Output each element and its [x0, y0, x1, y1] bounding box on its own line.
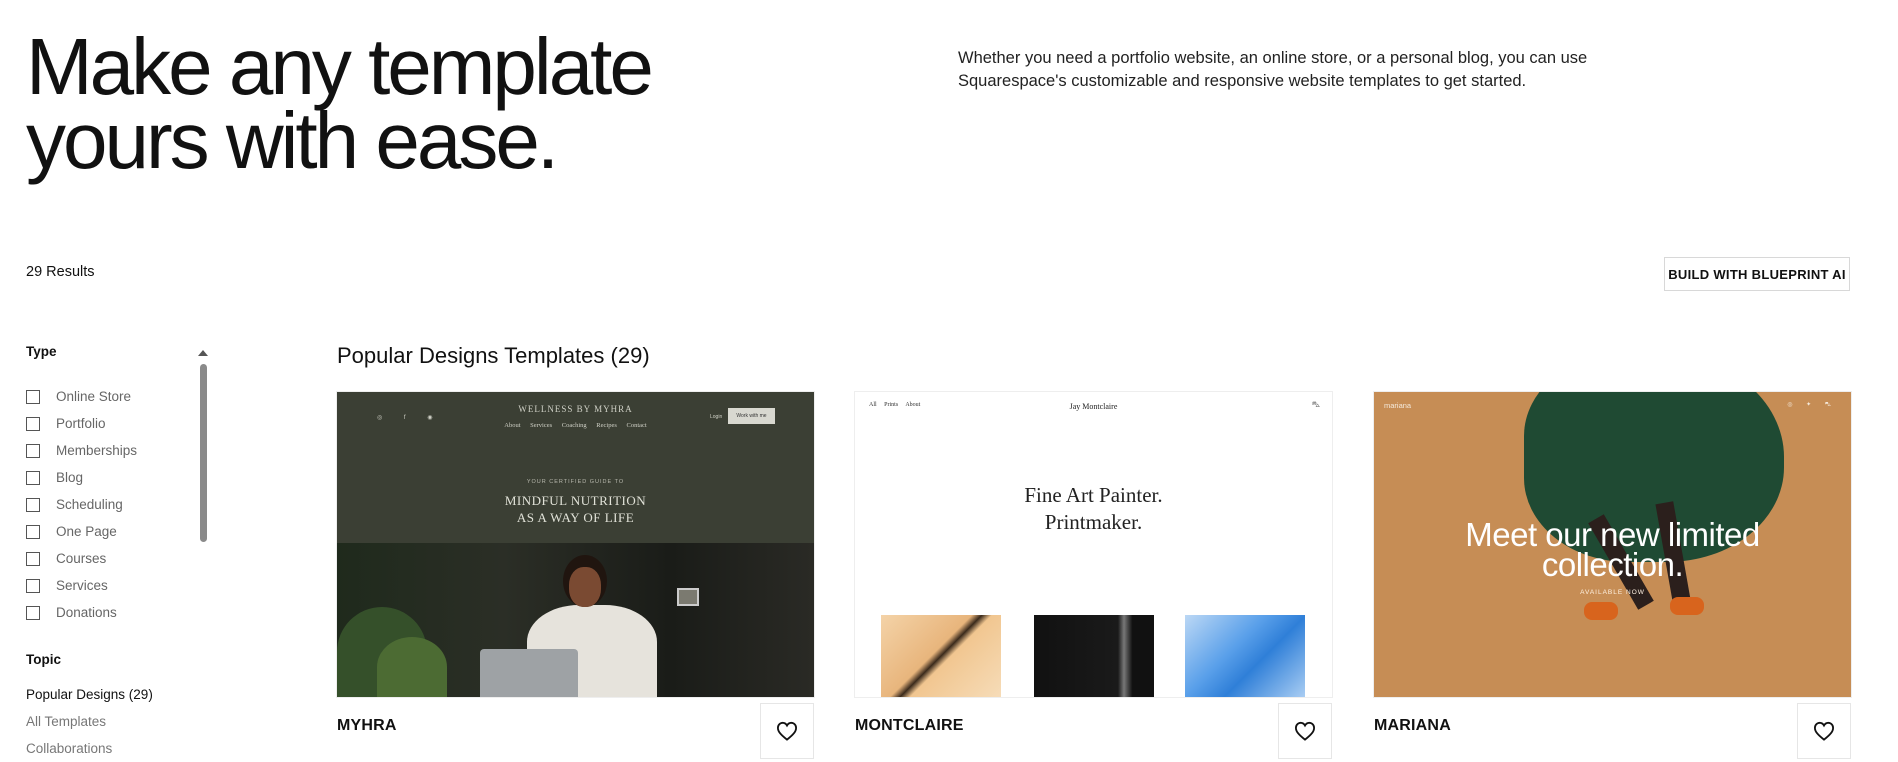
social-icons: ◎ f ◉	[377, 415, 443, 421]
preview-headline-line-2: Printmaker.	[1044, 510, 1143, 534]
caret-up-icon[interactable]	[198, 350, 208, 356]
filter-label: One Page	[56, 524, 117, 539]
artwork-image	[881, 615, 1001, 697]
social-icons: ◎ ✦ ⛍	[1787, 402, 1837, 408]
preview-canvas: All Prints About Jay Montclaire ⛍ Fine A…	[855, 392, 1332, 697]
preview-brand: Jay Montclaire	[1069, 402, 1118, 411]
filter-courses[interactable]: Courses	[26, 545, 137, 572]
hero-title: Make any template yours with ease.	[26, 27, 786, 181]
filter-label: Donations	[56, 605, 117, 620]
preview-header-area: ◎ f ◉ WELLNESS BY MYHRA About Services C…	[337, 392, 814, 543]
topic-collaborations[interactable]: Collaborations	[26, 735, 153, 762]
checkbox-icon[interactable]	[26, 443, 40, 458]
checkbox-icon[interactable]	[26, 416, 40, 431]
filter-label: Memberships	[56, 443, 138, 458]
template-name[interactable]: MYHRA	[337, 717, 397, 735]
scrollbar-thumb[interactable]	[200, 364, 207, 542]
type-filter-heading[interactable]: Type	[26, 344, 57, 359]
filter-label: Portfolio	[56, 416, 106, 431]
checkbox-icon[interactable]	[26, 470, 40, 485]
type-filter-list: Online Store Portfolio Memberships Blog …	[26, 383, 137, 626]
template-preview-myhra[interactable]: ◎ f ◉ WELLNESS BY MYHRA About Services C…	[337, 392, 814, 697]
preview-brand: mariana	[1384, 401, 1412, 410]
filter-online-store[interactable]: Online Store	[26, 383, 137, 410]
filter-label: Online Store	[56, 389, 132, 404]
template-card-myhra[interactable]: ◎ f ◉ WELLNESS BY MYHRA About Services C…	[337, 392, 814, 759]
preview-kicker: YOUR CERTIFIED GUIDE TO	[526, 479, 625, 485]
hero-title-line-2: yours with ease.	[26, 96, 559, 185]
cart-icon: ⛍	[1311, 400, 1320, 409]
preview-cta: Work with me	[728, 408, 775, 424]
template-name[interactable]: MARIANA	[1374, 717, 1451, 735]
checkbox-icon[interactable]	[26, 497, 40, 512]
preview-headline-line-1: MINDFUL NUTRITION	[504, 493, 647, 508]
checkbox-icon[interactable]	[26, 389, 40, 404]
template-card-montclaire[interactable]: All Prints About Jay Montclaire ⛍ Fine A…	[855, 392, 1332, 759]
topic-filter-heading[interactable]: Topic	[26, 652, 61, 667]
template-card-mariana[interactable]: mariana ◎ ✦ ⛍ Meet our new limited colle…	[1374, 392, 1851, 759]
hero-description: Whether you need a portfolio website, an…	[958, 49, 1588, 90]
filter-scrollbar[interactable]	[198, 344, 208, 620]
filter-portfolio[interactable]: Portfolio	[26, 410, 137, 437]
build-with-blueprint-ai-button[interactable]: BUILD WITH BLUEPRINT AI	[1664, 257, 1850, 291]
heart-icon	[1294, 721, 1316, 741]
preview-headline-line-2: AS A WAY OF LIFE	[516, 510, 635, 525]
preview-login: Login	[710, 414, 723, 420]
favorite-button[interactable]	[760, 703, 814, 759]
checkbox-icon[interactable]	[26, 524, 40, 539]
preview-headline: Fine Art Painter. Printmaker.	[855, 482, 1332, 536]
filter-sidebar: Type Online Store Portfolio Memberships …	[26, 344, 216, 759]
person-face-shape	[569, 567, 601, 607]
favorite-button[interactable]	[1278, 703, 1332, 759]
template-preview-mariana[interactable]: mariana ◎ ✦ ⛍ Meet our new limited colle…	[1374, 392, 1851, 697]
artwork-image	[1034, 615, 1154, 697]
shoe-shape	[1670, 597, 1704, 615]
topic-popular-designs[interactable]: Popular Designs (29)	[26, 681, 153, 708]
preview-photo	[337, 543, 814, 697]
filter-label: Blog	[56, 470, 84, 485]
heart-icon	[1813, 721, 1835, 741]
topic-list: Popular Designs (29) All Templates Colla…	[26, 681, 153, 762]
laptop-shape	[480, 649, 578, 697]
filter-label: Services	[56, 578, 108, 593]
heart-icon	[776, 721, 798, 741]
preview-headline-line-2: collection.	[1541, 546, 1684, 583]
preview-subtext: AVAILABLE NOW	[1580, 589, 1645, 596]
section-title: Popular Designs Templates (29)	[337, 343, 650, 368]
checkbox-icon[interactable]	[26, 551, 40, 566]
topic-all-templates[interactable]: All Templates	[26, 708, 153, 735]
filter-memberships[interactable]: Memberships	[26, 437, 137, 464]
filter-blog[interactable]: Blog	[26, 464, 137, 491]
filter-label: Scheduling	[56, 497, 123, 512]
template-name[interactable]: MONTCLAIRE	[855, 717, 964, 735]
artwork-image	[1185, 615, 1305, 697]
filter-one-page[interactable]: One Page	[26, 518, 137, 545]
wall-lamp-shape	[677, 588, 699, 606]
checkbox-icon[interactable]	[26, 605, 40, 620]
preview-headline: Meet our new limited collection.	[1374, 518, 1851, 583]
filter-label: Courses	[56, 551, 107, 566]
favorite-button[interactable]	[1797, 703, 1851, 759]
shoe-shape	[1584, 602, 1618, 620]
preview-headline-line-1: Fine Art Painter.	[1024, 483, 1163, 507]
filter-donations[interactable]: Donations	[26, 599, 137, 626]
preview-canvas: mariana ◎ ✦ ⛍ Meet our new limited colle…	[1374, 392, 1851, 697]
plant-shape	[377, 637, 447, 697]
filter-scheduling[interactable]: Scheduling	[26, 491, 137, 518]
preview-headline: MINDFUL NUTRITION AS A WAY OF LIFE	[337, 492, 814, 526]
filter-services[interactable]: Services	[26, 572, 137, 599]
results-count: 29 Results	[26, 264, 95, 280]
checkbox-icon[interactable]	[26, 578, 40, 593]
template-preview-montclaire[interactable]: All Prints About Jay Montclaire ⛍ Fine A…	[855, 392, 1332, 697]
